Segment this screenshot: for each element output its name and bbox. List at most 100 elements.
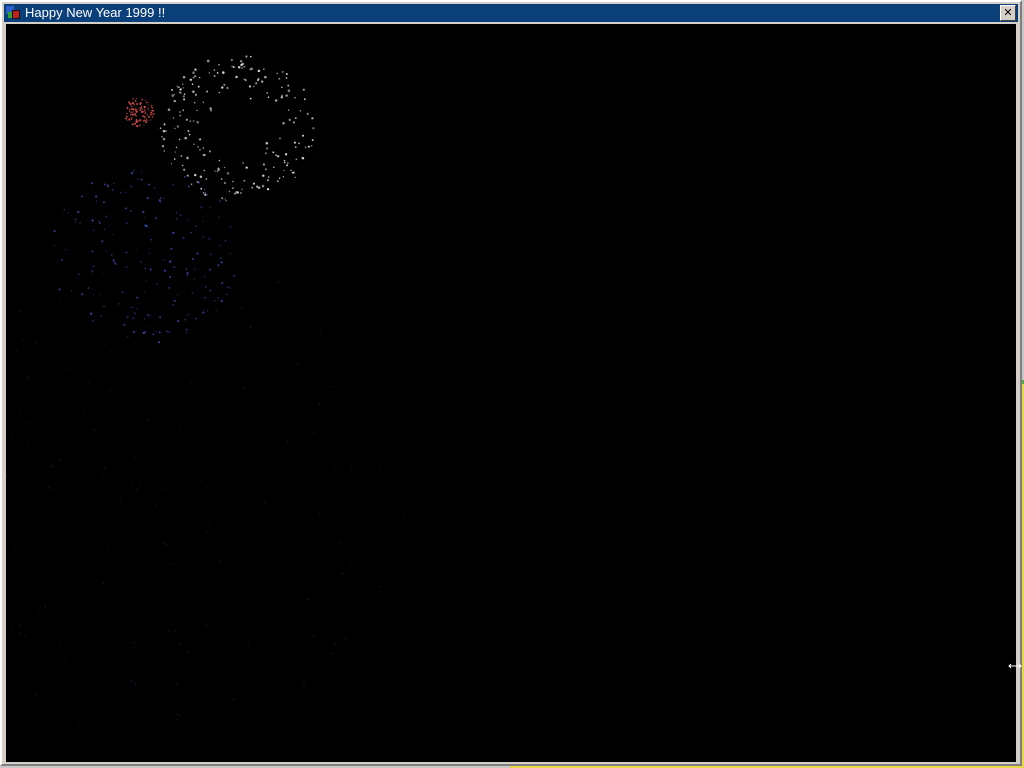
firework-particle xyxy=(140,171,143,174)
firework-particle xyxy=(266,179,270,182)
firework-particle xyxy=(200,206,203,209)
firework-particle xyxy=(155,504,158,507)
firework-particle xyxy=(190,183,193,185)
firework-particle xyxy=(245,166,248,169)
firework-particle xyxy=(257,186,261,189)
firework-particle xyxy=(133,103,135,105)
firework-particle xyxy=(249,326,252,329)
firework-particle xyxy=(147,600,149,603)
firework-particle xyxy=(156,283,158,285)
firework-particle xyxy=(131,113,135,116)
firework-particle xyxy=(218,63,220,66)
firework-particle xyxy=(158,331,161,334)
firework-particle xyxy=(128,108,131,111)
firework-particle xyxy=(334,468,337,471)
firework-particle xyxy=(18,409,21,412)
firework-particle xyxy=(127,100,130,103)
firework-particle xyxy=(124,614,126,617)
firework-particle xyxy=(334,643,337,646)
firework-particle xyxy=(112,182,115,185)
firework-particle xyxy=(176,293,179,296)
firework-particle xyxy=(136,297,139,299)
firework-particle xyxy=(93,428,96,431)
firework-particle xyxy=(155,331,157,333)
firework-particle xyxy=(183,98,186,101)
firework-particle xyxy=(203,188,206,191)
firework-particle xyxy=(125,191,127,193)
firework-particle xyxy=(163,150,166,152)
close-button[interactable]: ✕ xyxy=(1000,5,1016,21)
firework-particle xyxy=(285,72,288,76)
firework-particle xyxy=(18,625,21,628)
firework-particle xyxy=(139,107,141,109)
firework-particle xyxy=(276,180,279,183)
firework-particle xyxy=(192,120,195,122)
firework-particle xyxy=(205,178,208,180)
firework-particle xyxy=(136,98,138,100)
firework-particle xyxy=(186,271,189,274)
firework-particle xyxy=(233,697,236,701)
firework-particle xyxy=(278,177,281,180)
firework-particle xyxy=(297,548,299,550)
firework-particle xyxy=(184,136,187,140)
firework-particle xyxy=(190,382,192,385)
firework-particle xyxy=(144,330,147,333)
firework-particle xyxy=(150,104,153,107)
firework-particle xyxy=(127,335,129,338)
firework-particle xyxy=(284,153,288,156)
firework-particle xyxy=(235,75,238,79)
firework-particle xyxy=(193,268,196,270)
firework-particle xyxy=(63,208,66,211)
firework-particle xyxy=(126,485,128,487)
firework-particle xyxy=(206,530,209,533)
firework-particle xyxy=(93,294,95,296)
firework-particle xyxy=(276,281,279,284)
firework-particle xyxy=(165,356,167,358)
firework-particle xyxy=(278,137,282,140)
firework-particle xyxy=(184,318,186,321)
firework-particle xyxy=(179,114,182,117)
firework-particle xyxy=(311,139,314,142)
firework-particle xyxy=(303,98,306,101)
firework-particle xyxy=(74,221,77,224)
firework-particle xyxy=(14,531,16,534)
firework-particle xyxy=(329,385,332,388)
firework-particle xyxy=(89,312,93,315)
firework-particle xyxy=(26,375,29,378)
firework-particle xyxy=(102,271,105,274)
firework-particle xyxy=(261,80,264,83)
firework-particle xyxy=(176,319,180,323)
firework-particle xyxy=(262,174,265,177)
firework-particle xyxy=(298,142,301,145)
firework-particle xyxy=(27,441,30,444)
firework-particle xyxy=(223,181,226,185)
firework-particle xyxy=(15,350,18,353)
firework-particle xyxy=(146,114,148,116)
firework-particle xyxy=(230,58,233,61)
firework-particle xyxy=(294,96,296,99)
firework-particle xyxy=(240,63,243,67)
fading-trail xyxy=(6,248,406,727)
firework-particle xyxy=(336,423,339,425)
firework-particle xyxy=(179,214,182,216)
firework-particle xyxy=(72,531,74,533)
firework-particle xyxy=(179,88,182,91)
firework-particle xyxy=(159,316,162,319)
firework-particle xyxy=(301,156,305,160)
title-bar[interactable]: Happy New Year 1999 !! ✕ xyxy=(4,4,1018,22)
fireworks-app-icon[interactable] xyxy=(6,5,22,21)
firework-particle xyxy=(145,99,147,101)
firework-particle xyxy=(221,197,224,200)
firework-particle xyxy=(213,75,216,77)
firework-particle xyxy=(204,275,206,278)
firework-particle xyxy=(165,130,167,132)
firework-particle xyxy=(92,229,95,232)
firework-particle xyxy=(194,75,197,78)
firework-particle xyxy=(278,77,281,80)
firework-particle xyxy=(133,105,135,107)
firework-particle xyxy=(102,582,105,585)
firework-particle xyxy=(247,302,249,304)
firework-particle xyxy=(6,302,8,305)
firework-particle xyxy=(158,199,161,202)
firework-particle xyxy=(204,192,207,194)
